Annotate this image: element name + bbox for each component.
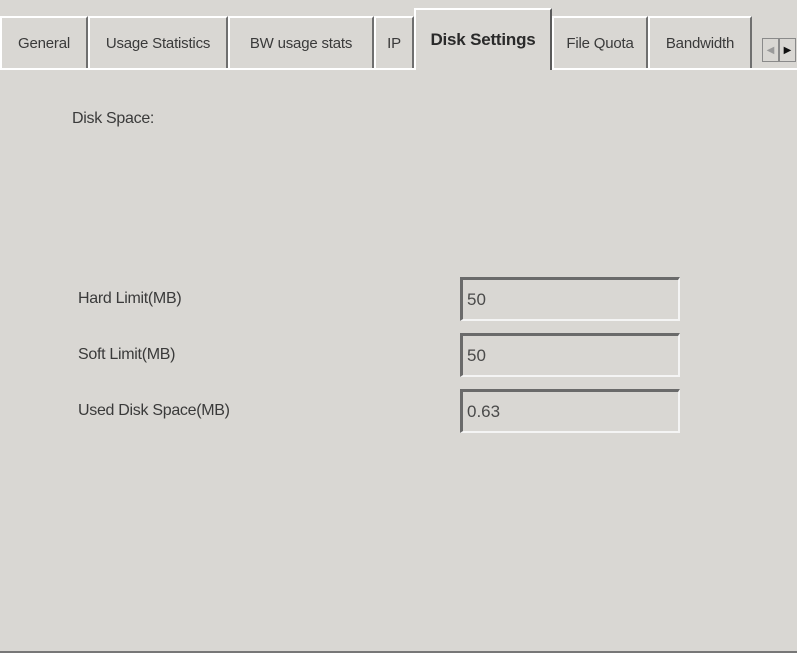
- tab-file-quota[interactable]: File Quota: [552, 16, 648, 68]
- soft-limit-label: Soft Limit(MB): [78, 346, 176, 363]
- used-disk-space-label: Used Disk Space(MB): [78, 402, 230, 419]
- tab-usage-statistics[interactable]: Usage Statistics: [88, 16, 228, 68]
- tab-general[interactable]: General: [0, 16, 88, 68]
- tab-bw-usage-stats[interactable]: BW usage stats: [228, 16, 374, 68]
- hard-limit-label: Hard Limit(MB): [78, 290, 182, 307]
- disk-space-heading: Disk Space:: [72, 110, 155, 127]
- tab-disk-settings[interactable]: Disk Settings: [414, 8, 552, 70]
- tab-strip: General Usage Statistics BW usage stats …: [0, 0, 797, 70]
- hard-limit-field[interactable]: [460, 277, 680, 321]
- tab-ip[interactable]: IP: [374, 16, 414, 68]
- arrow-right-icon[interactable]: ▶: [779, 38, 796, 62]
- soft-limit-field[interactable]: [460, 333, 680, 377]
- tab-bandwidth[interactable]: Bandwidth: [648, 16, 752, 68]
- tab-scroll-buttons: ◀ ▶: [762, 38, 797, 62]
- disk-settings-panel: Disk Space: Hard Limit(MB) Soft Limit(MB…: [0, 68, 797, 653]
- used-disk-space-field[interactable]: [460, 389, 680, 433]
- arrow-left-icon[interactable]: ◀: [762, 38, 779, 62]
